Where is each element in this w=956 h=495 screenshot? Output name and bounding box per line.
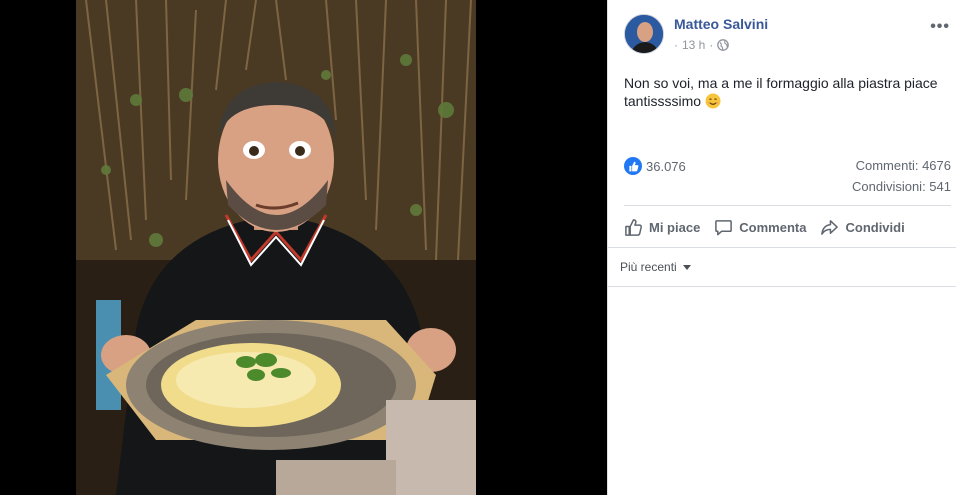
more-options-icon[interactable]: •••	[930, 18, 950, 36]
action-bar: Mi piace Commenta Condividi	[624, 213, 951, 241]
divider	[624, 205, 951, 206]
time-separator: ·	[709, 38, 714, 52]
avatar[interactable]	[624, 14, 664, 54]
divider	[608, 247, 956, 248]
globe-icon[interactable]	[717, 39, 730, 51]
thumbs-up-icon	[624, 218, 643, 237]
like-reaction-icon	[624, 157, 642, 175]
comment-label: Commenta	[739, 219, 807, 235]
comments-sort-dropdown[interactable]: Più recenti	[620, 260, 691, 274]
share-arrow-icon	[820, 218, 839, 237]
share-label: Condividi	[845, 219, 905, 235]
caret-down-icon	[682, 264, 691, 270]
smiling-face-icon	[705, 93, 721, 109]
author-name[interactable]: Matteo Salvini	[674, 16, 768, 32]
time-separator: ·	[674, 38, 678, 52]
like-label: Mi piace	[649, 219, 701, 235]
post-timestamp[interactable]: 13 h	[682, 38, 705, 52]
photo-viewer	[0, 0, 607, 495]
post-text: Non so voi, ma a me il formaggio alla pi…	[624, 74, 944, 110]
post-sidebar: Matteo Salvini · 13 h · ••• Non so voi, …	[607, 0, 956, 495]
likes-count: 36.076	[646, 158, 686, 174]
post-text-line1: Non so voi, ma a me il formaggio alla pi…	[624, 75, 938, 91]
post-meta: · 13 h ·	[674, 38, 730, 52]
comments-count[interactable]: Commenti: 4676	[856, 158, 951, 173]
sort-label: Più recenti	[620, 260, 677, 274]
reactions-summary[interactable]: 36.076	[624, 157, 686, 175]
post-header: Matteo Salvini · 13 h · •••	[624, 14, 954, 58]
post-text-line2: tantissssimo	[624, 93, 702, 109]
divider	[608, 286, 956, 287]
comment-bubble-icon	[714, 218, 733, 237]
post-stats: 36.076 Commenti: 4676 Condivisioni: 541	[624, 155, 951, 199]
post-photo[interactable]	[76, 0, 476, 495]
like-button[interactable]: Mi piace	[624, 218, 700, 237]
share-button[interactable]: Condividi	[820, 218, 905, 237]
shares-count[interactable]: Condivisioni: 541	[852, 179, 951, 194]
comment-button[interactable]: Commenta	[714, 218, 806, 237]
